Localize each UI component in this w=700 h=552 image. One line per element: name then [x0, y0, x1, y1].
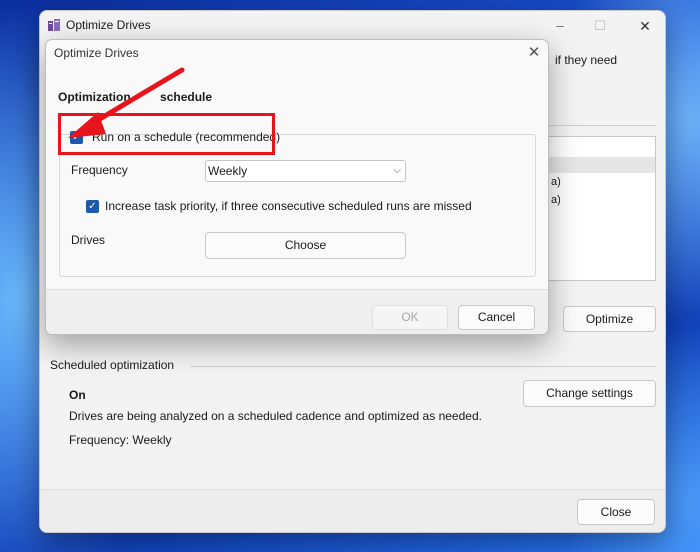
drives-label: Drives [71, 233, 106, 247]
dialog-heading: Optimization schedule [58, 90, 212, 104]
scheduled-optimization-heading: Scheduled optimization [50, 358, 175, 372]
frequency-label: Frequency [71, 163, 128, 177]
schedule-description: Drives are being analyzed on a scheduled… [69, 409, 482, 423]
annotation-highlight-box [58, 113, 275, 155]
cancel-button[interactable]: Cancel [458, 305, 535, 330]
chevron-down-icon: ⌵ [393, 165, 401, 176]
dialog-heading-part2: schedule [160, 90, 213, 104]
increase-priority-label[interactable]: Increase task priority, if three consecu… [105, 199, 472, 213]
increase-priority-checkbox[interactable]: ✓ [86, 200, 99, 213]
divider [190, 366, 656, 367]
optimize-drives-app-icon [48, 19, 60, 31]
change-settings-button[interactable]: Change settings [523, 380, 656, 407]
divider [548, 125, 656, 126]
dialog-heading-part1: Optimization [58, 90, 131, 104]
dialog-title: Optimize Drives [54, 46, 139, 60]
frequency-dropdown[interactable]: Weekly ⌵ [205, 160, 406, 182]
ok-button[interactable]: OK [372, 305, 448, 330]
drives-list[interactable]: a) a) a) [548, 136, 656, 281]
window-title: Optimize Drives [66, 18, 151, 32]
list-item[interactable]: a) [549, 174, 655, 190]
minimize-icon[interactable]: – [545, 15, 575, 37]
title-bar: Optimize Drives – ☐ ✕ [40, 11, 665, 41]
optimize-button[interactable]: Optimize [563, 306, 656, 332]
description-text: if they need [555, 53, 618, 67]
maximize-icon[interactable]: ☐ [585, 15, 615, 37]
schedule-status: On [69, 388, 86, 402]
list-item[interactable]: a) [549, 192, 655, 208]
close-button[interactable]: Close [577, 499, 655, 525]
window-footer [40, 489, 665, 532]
close-window-icon[interactable]: ✕ [630, 15, 660, 37]
list-item-selected[interactable] [549, 157, 655, 173]
dialog-close-icon[interactable]: ✕ [523, 43, 545, 63]
optimization-schedule-dialog: Optimize Drives ✕ Optimization schedule … [45, 39, 549, 335]
frequency-dropdown-value: Weekly [208, 164, 248, 178]
schedule-frequency: Frequency: Weekly [69, 433, 172, 447]
choose-drives-button[interactable]: Choose [205, 232, 406, 259]
